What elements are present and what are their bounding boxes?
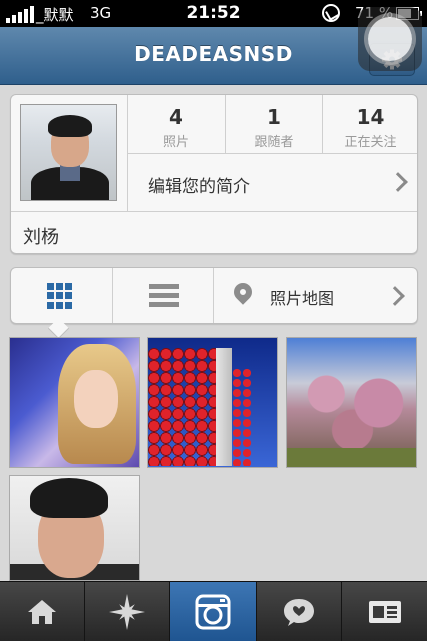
followers-count-label: 跟随者 xyxy=(254,135,294,150)
tab-bar xyxy=(0,581,427,641)
tab-camera[interactable] xyxy=(170,582,257,641)
tab-home[interactable] xyxy=(0,582,85,641)
photo-map-label: 照片地图 xyxy=(270,289,335,308)
camera-icon xyxy=(195,594,231,629)
following-count[interactable]: 14 正在关注 xyxy=(322,95,418,153)
following-count-label: 正在关注 xyxy=(344,135,397,150)
news-icon xyxy=(284,598,314,626)
view-mode-bar: 照片地图 xyxy=(10,267,418,324)
photo-thumbnail[interactable] xyxy=(9,337,140,468)
photos-count-value: 4 xyxy=(169,105,183,129)
tab-explore[interactable] xyxy=(85,582,170,641)
home-icon xyxy=(28,599,56,624)
explore-icon xyxy=(109,593,145,630)
profile-card: 4 照片 1 跟随者 14 正在关注 编辑您的简介 刘杨 xyxy=(10,94,418,254)
chevron-right-icon xyxy=(385,286,405,306)
map-pin-icon xyxy=(230,279,256,305)
profile-name: 刘杨 xyxy=(23,227,59,248)
photo-thumbnail[interactable] xyxy=(147,337,278,468)
chevron-right-icon xyxy=(388,172,408,192)
grid-icon xyxy=(47,283,73,309)
avatar[interactable] xyxy=(20,104,117,201)
edit-profile-label: 编辑您的简介 xyxy=(148,177,250,197)
tab-profile[interactable] xyxy=(342,582,427,641)
photo-thumbnail[interactable] xyxy=(9,475,140,581)
assistive-touch-button[interactable] xyxy=(358,7,422,71)
photos-count[interactable]: 4 照片 xyxy=(128,95,224,153)
photos-count-label: 照片 xyxy=(162,135,189,150)
list-icon xyxy=(149,284,179,311)
edit-profile-button[interactable]: 编辑您的简介 xyxy=(128,154,417,211)
profile-icon xyxy=(368,600,401,623)
photo-thumbnail[interactable] xyxy=(286,337,417,468)
followers-count-value: 1 xyxy=(267,105,281,129)
tab-news[interactable] xyxy=(257,582,342,641)
photo-map-button[interactable]: 照片地图 xyxy=(213,268,418,323)
grid-view-button[interactable] xyxy=(11,268,111,323)
list-view-button[interactable] xyxy=(112,268,213,323)
following-count-value: 14 xyxy=(356,105,385,129)
followers-count[interactable]: 1 跟随者 xyxy=(225,95,322,153)
rotation-lock-icon xyxy=(322,4,340,22)
